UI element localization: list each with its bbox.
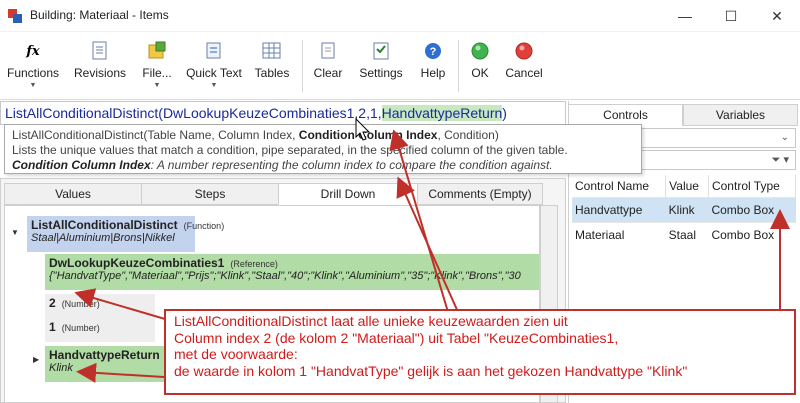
tab-steps[interactable]: Steps [141, 183, 279, 205]
title-bar: Building: Materiaal - Items — ☐ ✕ [0, 0, 800, 32]
table-header-row: Control Name Value Control Type [572, 175, 797, 198]
column-header[interactable]: Value [665, 175, 709, 198]
ribbon-toolbar: fx Functions ▼ Revisions File... ▼ Quick… [0, 32, 800, 100]
functions-button[interactable]: fx Functions ▼ [6, 36, 60, 96]
right-tab-bar: Controls Variables [568, 104, 798, 126]
collapse-caret-icon[interactable]: ▶ [33, 355, 39, 364]
table-icon [261, 40, 283, 62]
annotation-callout: ListAllConditionalDistinct laat alle uni… [164, 309, 796, 395]
tree-node-function[interactable]: ListAllConditionalDistinct (Function) Sta… [27, 216, 224, 252]
table-row[interactable]: Materiaal Staal Combo Box [572, 222, 796, 247]
close-button[interactable]: ✕ [754, 0, 800, 32]
tables-button[interactable]: Tables [252, 36, 292, 96]
ok-icon [469, 40, 491, 62]
minimize-button[interactable]: — [662, 0, 708, 32]
chevron-down-icon: ⌄ [780, 132, 789, 143]
filter-icon[interactable]: ⏷ ▾ [772, 154, 789, 166]
ribbon-separator [302, 40, 303, 92]
help-icon: ? [422, 40, 444, 62]
column-header[interactable]: Control Name [572, 175, 667, 198]
clear-button[interactable]: Clear [310, 36, 346, 96]
maximize-button[interactable]: ☐ [708, 0, 754, 32]
file-icon [146, 40, 168, 62]
cancel-button[interactable]: Cancel [502, 36, 546, 96]
quick-text-button[interactable]: Quick Text ▼ [184, 36, 244, 96]
revisions-icon [89, 40, 111, 62]
tab-controls[interactable]: Controls [568, 104, 683, 126]
tree-node-number-2[interactable]: 2 (Number) [45, 294, 155, 318]
tab-comments[interactable]: Comments (Empty) [417, 183, 543, 205]
tab-drill-down[interactable]: Drill Down [278, 183, 418, 205]
cancel-icon [513, 40, 535, 62]
expand-caret-icon[interactable]: ▼ [11, 228, 19, 237]
ribbon-separator [458, 40, 459, 92]
settings-icon [370, 40, 392, 62]
file-button[interactable]: File... ▼ [140, 36, 174, 96]
svg-text:?: ? [430, 46, 437, 58]
window-title: Building: Materiaal - Items [30, 8, 169, 22]
column-header[interactable]: Control Type [708, 175, 797, 198]
settings-button[interactable]: Settings [358, 36, 404, 96]
revisions-button[interactable]: Revisions [72, 36, 128, 96]
formula-editor[interactable]: ListAllConditionalDistinct(DwLookupKeuze… [0, 101, 566, 125]
tree-node-reference[interactable]: DwLookupKeuzeCombinaties1 (Reference) {"H… [45, 254, 539, 290]
tree-node-handvattype-return[interactable]: HandvattypeReturn(Reference) Klink [45, 346, 213, 382]
quick-text-icon [203, 40, 225, 62]
table-row[interactable]: Handvattype Klink Combo Box [572, 197, 796, 223]
chevron-down-icon: ▼ [153, 82, 161, 89]
chevron-down-icon: ▼ [29, 82, 37, 89]
controls-table: Control Name Value Control Type Handvatt… [572, 175, 797, 247]
formula-highlight: HandvattypeReturn [381, 105, 503, 121]
help-button[interactable]: ? Help [416, 36, 450, 96]
tab-values[interactable]: Values [4, 183, 142, 205]
function-tooltip: ListAllConditionalDistinct(Table Name, C… [4, 124, 642, 174]
app-icon [8, 9, 22, 23]
tab-variables[interactable]: Variables [683, 104, 798, 126]
tree-node-number-1[interactable]: 1 (Number) [45, 318, 155, 342]
clear-icon [317, 40, 339, 62]
function-icon: fx [26, 43, 40, 59]
left-tab-bar: Values Steps Drill Down Comments (Empty) [4, 183, 543, 205]
mouse-cursor-icon [355, 118, 371, 141]
ok-button[interactable]: OK [466, 36, 494, 96]
chevron-down-icon: ▼ [210, 82, 218, 89]
